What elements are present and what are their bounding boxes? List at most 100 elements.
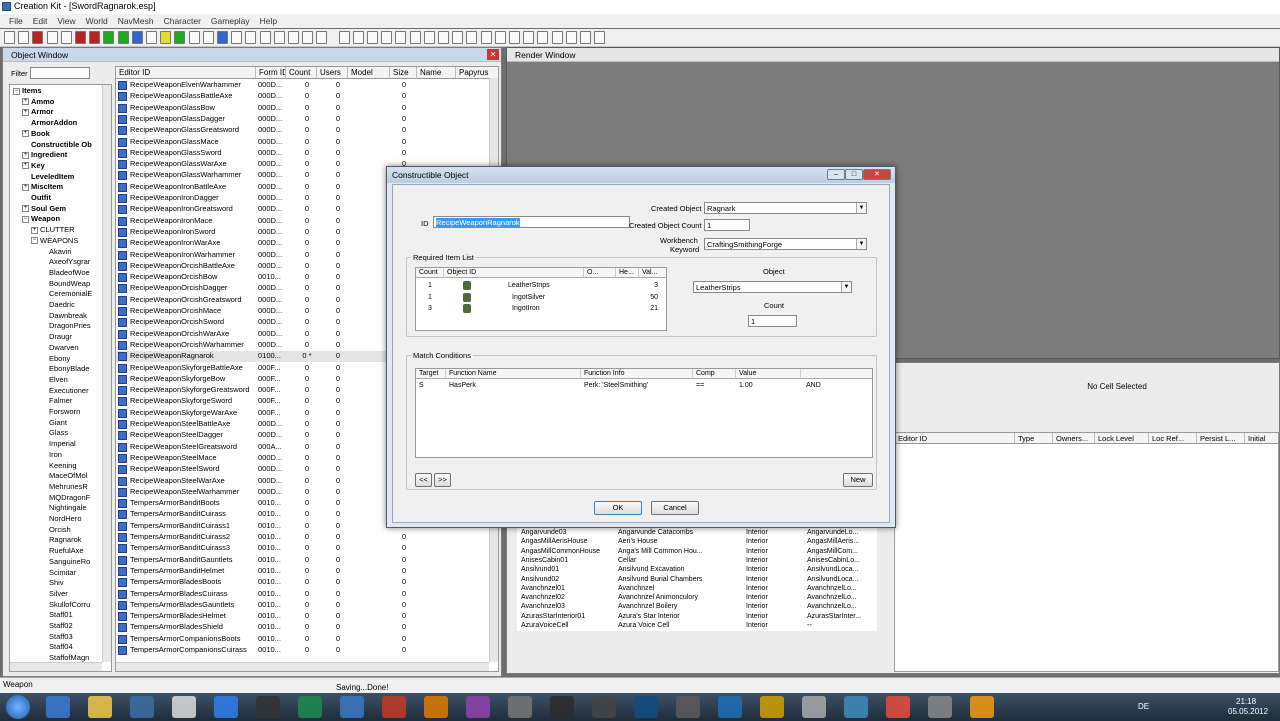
table-row[interactable]: TempersArmorBladesShield 0010... 0 0 0 (116, 622, 498, 633)
toolbar-button[interactable] (566, 31, 577, 44)
column-header[interactable]: Model (348, 67, 390, 79)
cell-row-value[interactable]: Interior (746, 548, 768, 555)
table-row[interactable]: RecipeWeaponElvenWarhammer 000D... 0 0 0 (116, 80, 498, 91)
menu-item-help[interactable]: Help (255, 14, 282, 28)
tree-item[interactable]: Outfit (22, 193, 51, 202)
cell-row-value[interactable]: AvanchnzelLo... (807, 603, 857, 610)
tree-item[interactable]: Dawnbreak (40, 311, 87, 320)
tree-item[interactable]: − Weapon (22, 214, 60, 223)
column-header[interactable]: Users (317, 67, 348, 79)
cell-row-value[interactable]: Avanchnzel02 (521, 594, 565, 601)
cell-row-value[interactable]: Interior (746, 557, 768, 564)
condition-cell[interactable]: 1.00 (739, 382, 753, 389)
toolbar-button[interactable] (203, 31, 214, 44)
table-row[interactable]: RecipeWeaponGlassSword 000D... 0 0 0 (116, 148, 498, 159)
tree-expander[interactable]: + (22, 183, 29, 191)
tree-expander[interactable]: − (22, 215, 29, 223)
toolbar-button[interactable] (466, 31, 477, 44)
object-tree[interactable]: − Items + Ammo + Armor ArmorAddon + Book Construc… (9, 84, 112, 672)
table-row[interactable]: RecipeWeaponGlassDagger 000D... 0 0 0 (116, 114, 498, 125)
condition-cell[interactable]: HasPerk (449, 382, 476, 389)
new-button[interactable]: New (843, 473, 873, 487)
cell-row-value[interactable]: Azura Voice Cell (618, 622, 669, 629)
prev-button[interactable]: << (415, 473, 432, 487)
taskbar-app-icon[interactable] (928, 696, 952, 718)
tree-item[interactable]: Silver (40, 589, 68, 598)
cell-row-value[interactable]: AvanchnzelLo... (807, 585, 857, 592)
tree-item[interactable]: Imperial (40, 439, 76, 448)
cell-row-value[interactable]: AngasMillCom... (807, 548, 858, 555)
tree-item[interactable]: MehrunesR (40, 482, 88, 491)
tree-item[interactable]: MQDragonF (40, 493, 90, 502)
tree-item[interactable]: Glass (40, 428, 68, 437)
cancel-button[interactable]: Cancel (651, 501, 699, 515)
cell-row-value[interactable]: Anga's Mill Common Hou... (618, 548, 703, 555)
cell-row-value[interactable]: Interior (746, 622, 768, 629)
tree-item[interactable]: DragonPries (40, 321, 91, 330)
tree-item[interactable]: Executioner (40, 386, 89, 395)
cell-row-value[interactable]: Interior (746, 576, 768, 583)
taskbar-app-icon[interactable] (214, 696, 238, 718)
toolbar-button[interactable] (18, 31, 29, 44)
toolbar-button[interactable] (381, 31, 392, 44)
table-row[interactable]: TempersArmorBladesBoots 0010... 0 0 0 (116, 577, 498, 588)
cell-row-value[interactable]: Interior (746, 603, 768, 610)
tree-item[interactable]: BoundWeap (40, 279, 90, 288)
column-header[interactable]: He... (616, 268, 639, 278)
tree-item[interactable]: + Key (22, 161, 45, 170)
minimize-icon[interactable]: – (827, 169, 845, 180)
tree-item[interactable]: + Ammo (22, 97, 54, 106)
tree-item[interactable]: Daedric (40, 300, 75, 309)
menu-item-navmesh[interactable]: NavMesh (113, 14, 159, 28)
toolbar-button[interactable] (245, 31, 256, 44)
taskbar-app-icon[interactable] (634, 696, 658, 718)
cell-row-value[interactable]: Avanchnzel Animonculory (618, 594, 698, 601)
column-header[interactable]: Val... (639, 268, 666, 278)
tree-item[interactable]: Dwarven (40, 343, 79, 352)
close-icon[interactable]: ✕ (863, 169, 891, 180)
tree-item[interactable]: Staff01 (40, 610, 73, 619)
cell-row-value[interactable]: AngarvundeLo... (807, 529, 858, 536)
table-row[interactable]: TempersArmorBanditGauntlets 0010... 0 0 0 (116, 555, 498, 566)
toolbar-button[interactable] (594, 31, 605, 44)
toolbar-button[interactable] (537, 31, 548, 44)
taskbar-app-icon[interactable] (718, 696, 742, 718)
toolbar-button[interactable] (4, 31, 15, 44)
tree-expander[interactable]: + (22, 108, 29, 116)
tree-item[interactable]: Orcish (40, 525, 71, 534)
tree-scrollbar[interactable] (102, 85, 111, 662)
cell-row-value[interactable]: Angarvunde Catacombs (618, 529, 693, 536)
tree-item[interactable]: + CLUTTER (31, 225, 75, 234)
tree-expander[interactable]: + (22, 151, 29, 159)
tree-item[interactable]: Akaviri (40, 247, 72, 256)
cell-row-value[interactable]: Ansilvund Burial Chambers (618, 576, 702, 583)
tree-expander[interactable]: + (22, 130, 29, 138)
cell-row-value[interactable]: AngasMillCommonHouse (521, 548, 600, 555)
tree-item[interactable]: CeremonialE (40, 289, 92, 298)
close-icon[interactable]: ✕ (487, 49, 499, 60)
toolbar-button[interactable] (32, 31, 43, 44)
taskbar-app-icon[interactable] (676, 696, 700, 718)
column-header[interactable]: Type (1015, 433, 1053, 444)
cell-row-value[interactable]: Avanchnzel Boilery (618, 603, 677, 610)
cell-row-value[interactable]: AzuraVoiceCell (521, 622, 568, 629)
tree-item[interactable]: Ebony (40, 354, 70, 363)
taskbar-app-icon[interactable] (298, 696, 322, 718)
tree-item[interactable]: Forsworn (40, 407, 80, 416)
table-row[interactable]: RecipeWeaponGlassGreatsword 000D... 0 0 0 (116, 125, 498, 136)
table-row[interactable]: RecipeWeaponGlassMace 000D... 0 0 0 (116, 137, 498, 148)
menu-item-file[interactable]: File (4, 14, 28, 28)
cell-row-value[interactable]: AzurasStarInter... (807, 613, 861, 620)
cell-row-value[interactable]: Interior (746, 538, 768, 545)
toolbar-button[interactable] (89, 31, 100, 44)
column-header[interactable]: Count (416, 268, 444, 278)
toolbar-button[interactable] (274, 31, 285, 44)
table-row[interactable]: TempersArmorBanditCuirass2 0010... 0 0 0 (116, 532, 498, 543)
cell-row-value[interactable]: AvanchnzelLo... (807, 594, 857, 601)
condition-cell[interactable]: AND (806, 382, 821, 389)
tree-expander[interactable]: + (22, 162, 29, 170)
condition-cell[interactable]: == (696, 382, 704, 389)
toolbar-button[interactable] (160, 31, 171, 44)
condition-cell[interactable]: Perk: 'SteelSmithing' (584, 382, 648, 389)
menu-item-edit[interactable]: Edit (28, 14, 53, 28)
